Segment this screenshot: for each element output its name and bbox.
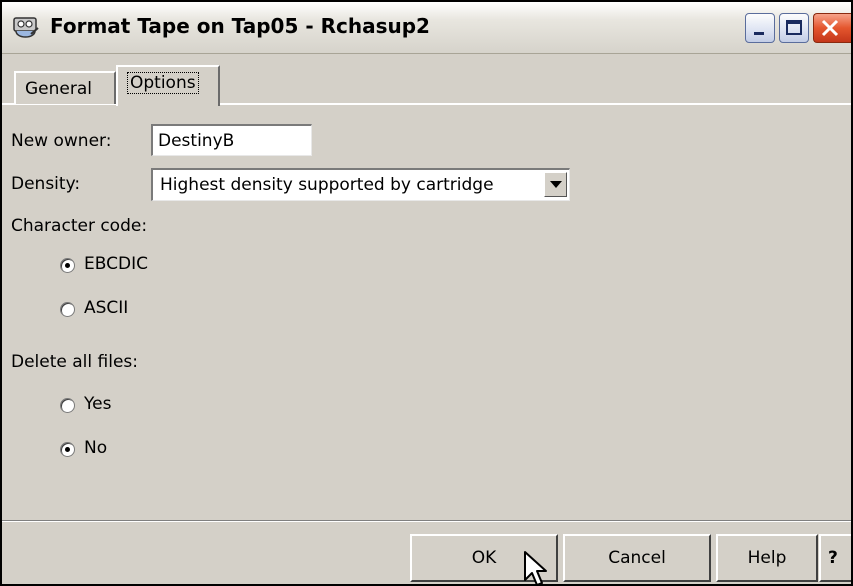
button-separator bbox=[2, 520, 851, 522]
delete-no-radio[interactable] bbox=[60, 442, 75, 457]
close-button[interactable] bbox=[813, 13, 851, 43]
density-dropdown-button[interactable] bbox=[544, 172, 567, 197]
ascii-radio[interactable] bbox=[60, 302, 75, 317]
maximize-button[interactable] bbox=[779, 13, 809, 43]
window-title: Format Tape on Tap05 - Rchasup2 bbox=[50, 14, 430, 38]
delete-yes-radio[interactable] bbox=[60, 398, 75, 413]
maximize-icon bbox=[786, 20, 802, 35]
delete-yes-label[interactable]: Yes bbox=[84, 394, 111, 414]
tape-drive-icon bbox=[13, 17, 39, 38]
title-bar[interactable]: Format Tape on Tap05 - Rchasup2 bbox=[2, 2, 851, 54]
ebcdic-label[interactable]: EBCDIC bbox=[84, 254, 148, 274]
new-owner-label: New owner: bbox=[11, 131, 112, 151]
character-code-label: Character code: bbox=[11, 216, 148, 236]
options-panel: New owner: Density: Highest density supp… bbox=[2, 106, 851, 518]
delete-all-files-label: Delete all files: bbox=[11, 352, 139, 372]
cancel-button[interactable]: Cancel bbox=[563, 534, 711, 582]
tab-options-label: Options bbox=[127, 72, 199, 94]
minimize-icon bbox=[754, 32, 764, 35]
density-label: Density: bbox=[11, 174, 81, 194]
close-icon bbox=[821, 19, 839, 37]
density-select-value: Highest density supported by cartridge bbox=[160, 175, 494, 195]
chevron-down-icon bbox=[550, 181, 562, 188]
mouse-pointer-icon bbox=[524, 551, 547, 584]
new-owner-input[interactable] bbox=[151, 124, 312, 156]
context-help-button[interactable]: ? bbox=[819, 534, 851, 582]
tab-strip: General Options bbox=[2, 55, 851, 106]
help-button[interactable]: Help bbox=[716, 534, 818, 582]
tab-general[interactable]: General bbox=[14, 71, 116, 104]
ebcdic-radio[interactable] bbox=[60, 258, 75, 273]
tab-options[interactable]: Options bbox=[116, 65, 220, 106]
ascii-label[interactable]: ASCII bbox=[84, 298, 128, 318]
density-select[interactable]: Highest density supported by cartridge bbox=[151, 168, 570, 201]
tab-general-label: General bbox=[25, 79, 92, 99]
dialog-window: Format Tape on Tap05 - Rchasup2 General … bbox=[0, 0, 853, 586]
minimize-button[interactable] bbox=[745, 13, 775, 43]
delete-no-label[interactable]: No bbox=[84, 438, 107, 458]
